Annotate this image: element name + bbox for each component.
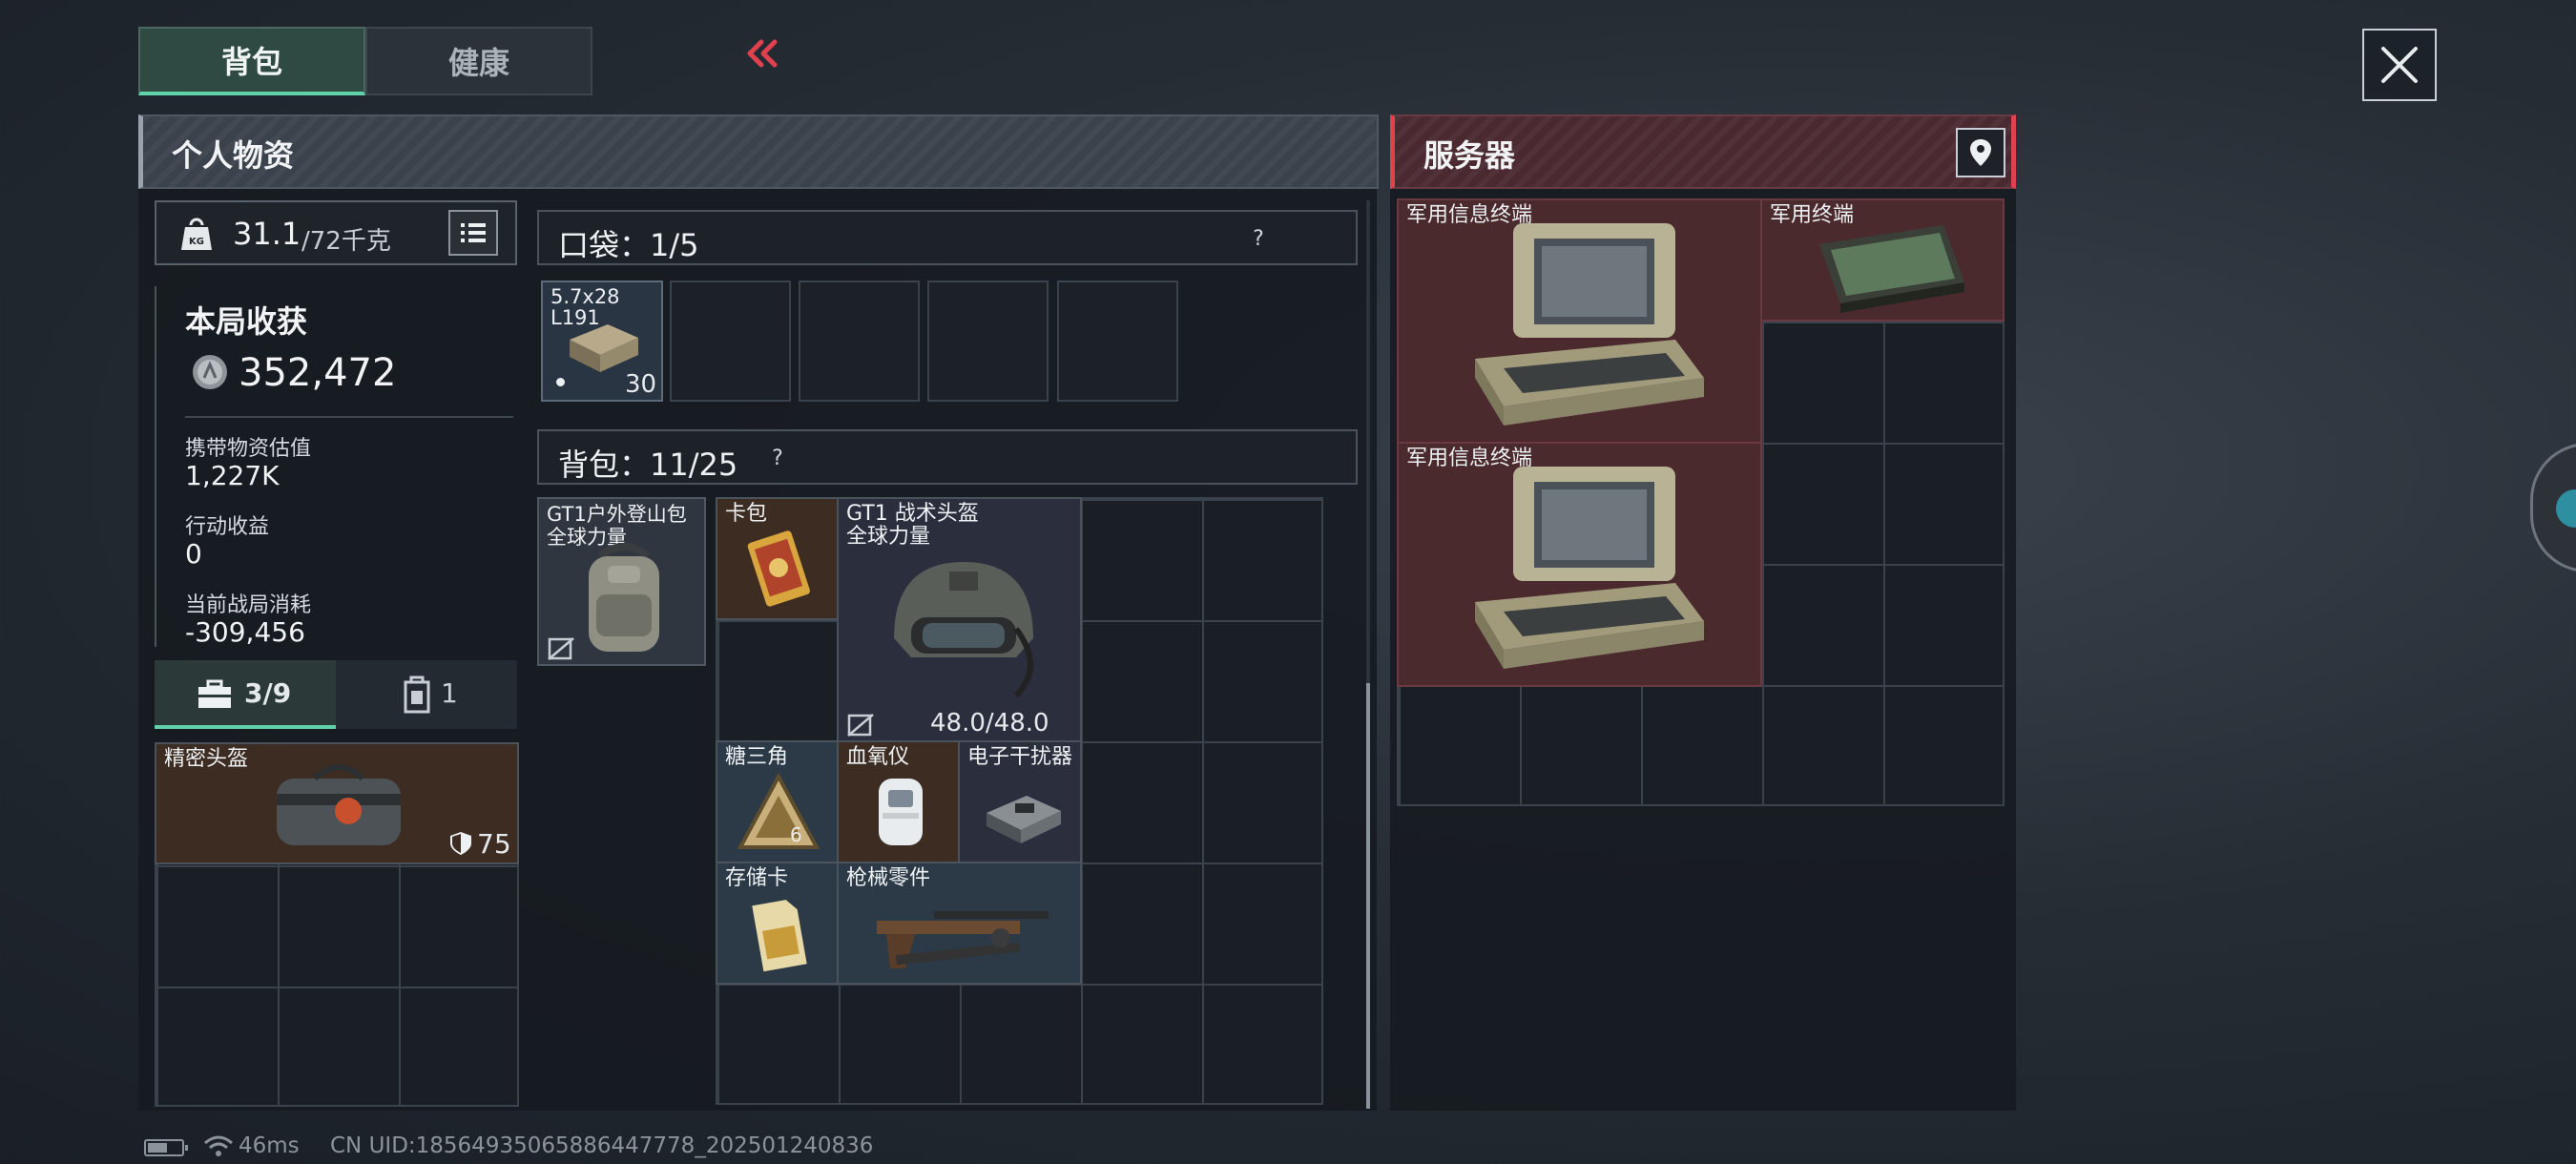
military-terminal-item[interactable]: 军用信息终端 bbox=[1397, 198, 1762, 444]
pocket-title: 口袋：1/5 bbox=[558, 227, 699, 263]
server-title: 服务器 bbox=[1423, 137, 1516, 174]
item-label: 存储卡 bbox=[725, 866, 789, 890]
help-icon[interactable]: ? bbox=[762, 443, 793, 473]
military-terminal-small-item[interactable]: 军用终端 bbox=[1760, 198, 2005, 322]
side-widget[interactable] bbox=[2530, 443, 2576, 572]
equipped-backpack[interactable]: GT1户外登山包 全球力量 bbox=[537, 497, 706, 666]
ammo-box-icon bbox=[570, 324, 638, 372]
svg-text:6: 6 bbox=[790, 823, 802, 846]
pocket-slot[interactable] bbox=[927, 281, 1049, 402]
item-label: 电子干扰器 bbox=[967, 745, 1073, 769]
action-income-value: 0 bbox=[185, 538, 202, 570]
tab-case[interactable]: 1 bbox=[336, 660, 517, 729]
ping-text: 46ms bbox=[239, 1133, 300, 1158]
triangle-icon: 6 bbox=[737, 772, 821, 849]
card-pack-icon bbox=[747, 530, 810, 607]
side-widget-icon bbox=[2556, 489, 2576, 528]
session-stats: 本局收获 352,472 携带物资估值 1,227K 行动收益 0 当前战局消耗… bbox=[155, 286, 517, 648]
helmet-icon bbox=[894, 562, 1033, 698]
oximeter-icon bbox=[879, 779, 923, 845]
gun-parts-item[interactable]: 枪械零件 bbox=[837, 862, 1082, 985]
svg-text:KG: KG bbox=[189, 237, 204, 247]
session-title: 本局收获 bbox=[185, 303, 308, 340]
gun-parts-icon bbox=[877, 911, 1049, 968]
case-icon bbox=[404, 676, 430, 714]
carried-value: 1,227K bbox=[185, 460, 280, 491]
uid-text: CN UID:18564935065886447778_202501240836 bbox=[330, 1133, 874, 1158]
close-icon bbox=[2381, 47, 2418, 83]
toolbox-icon bbox=[198, 679, 231, 708]
battery-icon bbox=[144, 1139, 188, 1156]
pocket-slot[interactable] bbox=[799, 281, 920, 402]
precision-helmet-case[interactable]: 精密头盔 75 bbox=[155, 742, 519, 864]
tactical-helmet-item[interactable]: GT1 战术头盔 全球力量 48.0/48.0 bbox=[837, 497, 1082, 742]
consumption-value: -309,456 bbox=[185, 616, 305, 648]
tablet-terminal-icon bbox=[1819, 225, 1964, 313]
item-label: 精密头盔 bbox=[164, 747, 249, 771]
location-button[interactable] bbox=[1956, 128, 2005, 177]
sugar-triangle-item[interactable]: 糖三角 6 bbox=[716, 740, 839, 863]
pocket-bar: 口袋：1/5 ? bbox=[537, 210, 1358, 265]
jammer-icon bbox=[987, 796, 1061, 843]
ammo-item[interactable]: 5.7x28 L191 30 bbox=[541, 281, 663, 402]
backpack-icon bbox=[589, 543, 659, 652]
session-coins: 352,472 bbox=[239, 351, 397, 395]
item-label: 糖三角 bbox=[725, 745, 789, 769]
card-pack-item[interactable]: 卡包 bbox=[716, 497, 839, 620]
weight-max: /72千克 bbox=[301, 227, 391, 256]
help-icon[interactable]: ? bbox=[1243, 223, 1274, 254]
tab-backpack-label: 背包 bbox=[220, 44, 282, 80]
coin-icon bbox=[193, 355, 227, 389]
no-insure-icon bbox=[847, 714, 874, 737]
laptop-case-icon bbox=[1475, 467, 1704, 669]
divider bbox=[185, 416, 513, 418]
shield-icon bbox=[450, 832, 471, 855]
list-icon bbox=[461, 223, 486, 242]
helmet-durability: 48.0/48.0 bbox=[930, 709, 1049, 738]
item-label: 枪械零件 bbox=[846, 866, 931, 890]
weight-kg-icon: KG bbox=[181, 218, 212, 250]
consumption-label: 当前战局消耗 bbox=[185, 593, 312, 617]
scrollbar-thumb[interactable] bbox=[1366, 683, 1370, 1109]
tab-case-count: 1 bbox=[441, 677, 458, 709]
no-insure-icon bbox=[548, 637, 574, 660]
tab-health[interactable]: 健康 bbox=[365, 27, 592, 95]
jammer-item[interactable]: 电子干扰器 bbox=[958, 740, 1082, 863]
tab-backpack[interactable]: 背包 bbox=[138, 27, 365, 95]
personal-supplies-title: 个人物资 bbox=[172, 137, 295, 174]
action-income-label: 行动收益 bbox=[185, 515, 270, 539]
pocket-slot[interactable] bbox=[670, 281, 791, 402]
memory-card-item[interactable]: 存储卡 bbox=[716, 862, 839, 985]
weight-current: 31.1 bbox=[233, 216, 301, 252]
military-terminal-item[interactable]: 军用信息终端 bbox=[1397, 442, 1762, 687]
duffel-bag-icon bbox=[277, 764, 401, 845]
item-label: 血氧仪 bbox=[846, 745, 910, 769]
backpack-title: 背包：11/25 bbox=[558, 447, 738, 483]
dot-icon bbox=[556, 378, 565, 386]
ammo-count: 30 bbox=[625, 370, 657, 399]
tab-health-label: 健康 bbox=[447, 45, 509, 81]
armor-value: 75 bbox=[477, 828, 511, 860]
carried-value-label: 携带物资估值 bbox=[185, 437, 312, 461]
backpack-bar: 背包：11/25 ? bbox=[537, 429, 1358, 485]
list-view-button[interactable] bbox=[448, 210, 498, 256]
oximeter-item[interactable]: 血氧仪 bbox=[837, 740, 960, 863]
weight-box: KG 31.1 /72千克 bbox=[155, 200, 517, 265]
location-pin-icon bbox=[1970, 139, 1991, 166]
pocket-slot[interactable] bbox=[1057, 281, 1178, 402]
sd-card-icon bbox=[752, 900, 807, 972]
tab-kit[interactable]: 3/9 bbox=[155, 660, 336, 729]
double-chevron-left-icon[interactable] bbox=[744, 34, 782, 73]
wifi-icon bbox=[204, 1135, 233, 1156]
server-header: 服务器 bbox=[1390, 114, 2016, 189]
close-button[interactable] bbox=[2362, 29, 2437, 101]
laptop-case-icon bbox=[1475, 223, 1704, 426]
tab-kit-count: 3/9 bbox=[244, 677, 292, 709]
personal-supplies-header: 个人物资 bbox=[138, 114, 1379, 189]
